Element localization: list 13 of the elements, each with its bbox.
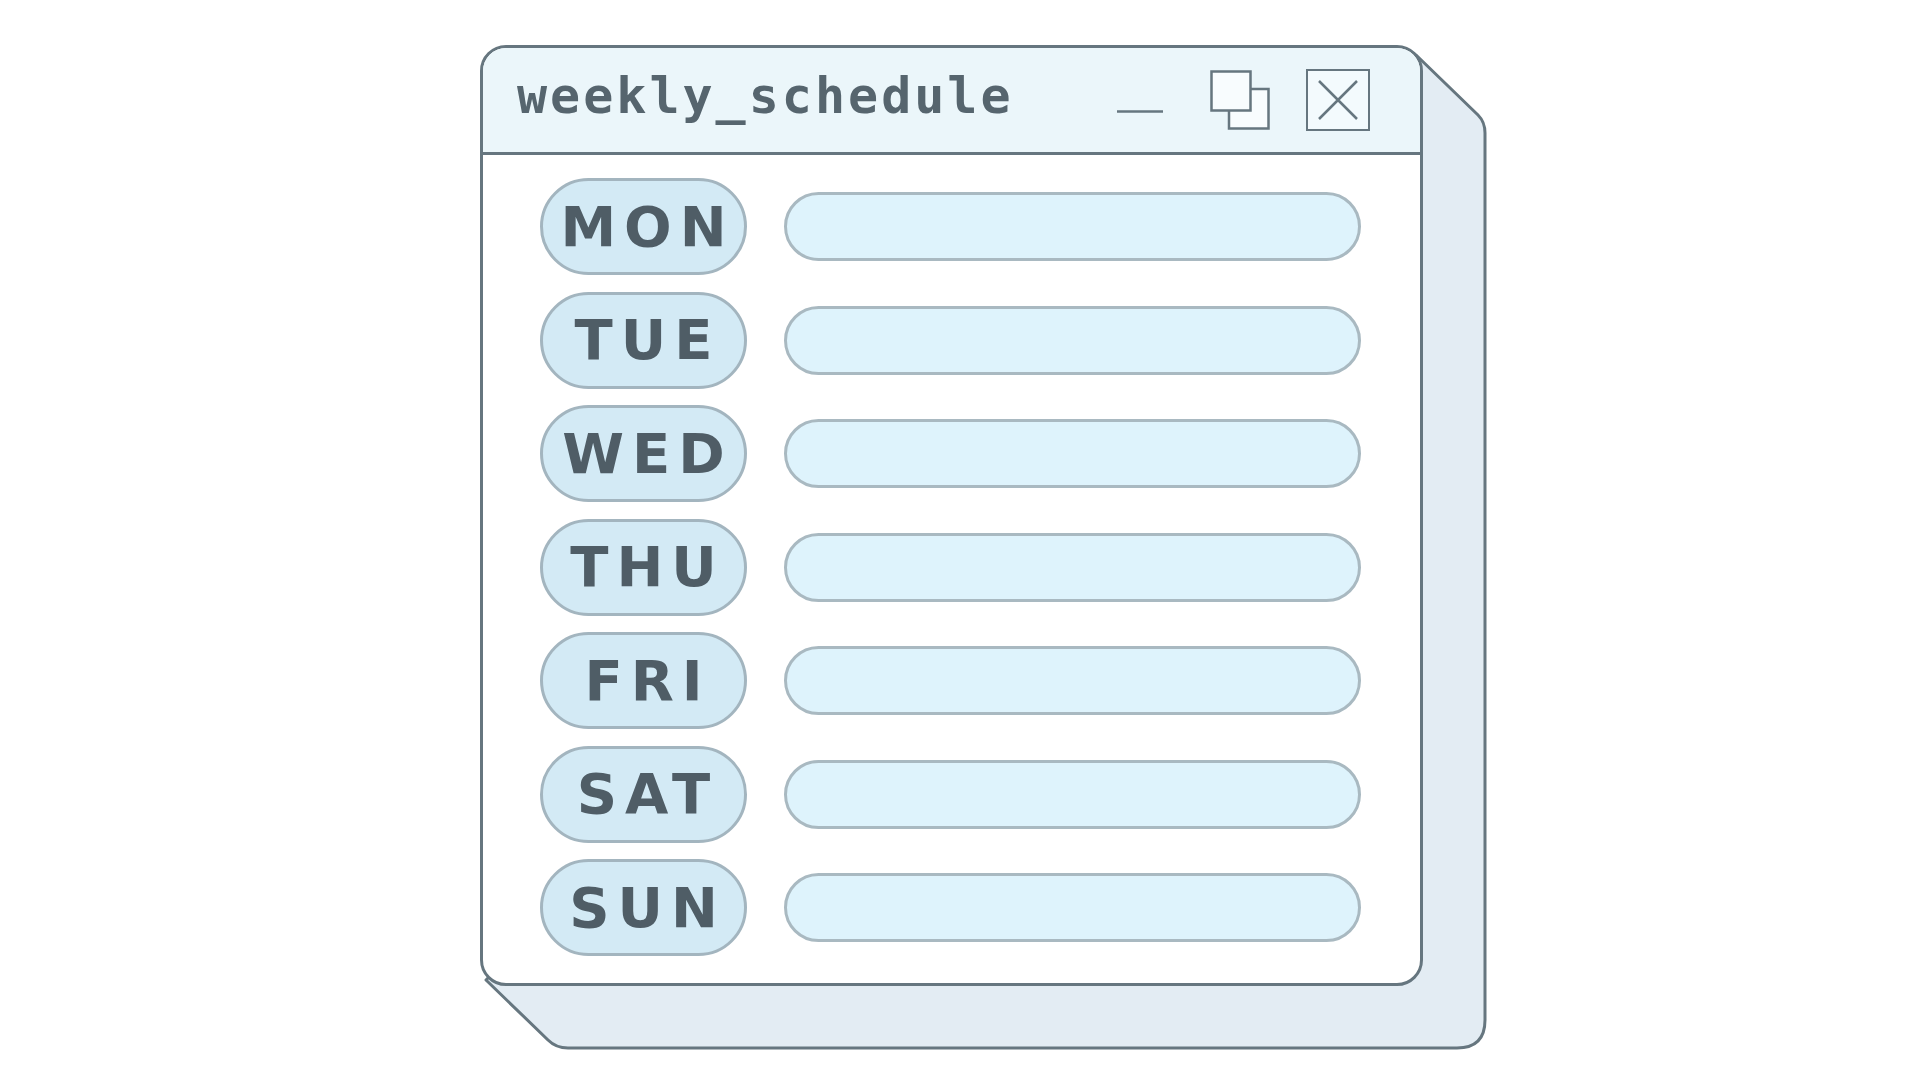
restore-button[interactable] (1210, 70, 1270, 130)
close-button[interactable] (1306, 69, 1370, 131)
close-icon (1318, 80, 1358, 120)
day-label: MON (540, 178, 747, 275)
day-label: WED (540, 405, 747, 502)
day-label: SAT (540, 745, 747, 843)
day-label: FRI (540, 632, 747, 729)
day-label: THU (540, 518, 747, 616)
minimize-icon (1117, 110, 1163, 113)
restore-icon (1210, 70, 1270, 130)
day-label: SUN (540, 859, 747, 956)
window-title: weekly_schedule (517, 71, 1015, 127)
day-label: TUE (540, 291, 747, 389)
